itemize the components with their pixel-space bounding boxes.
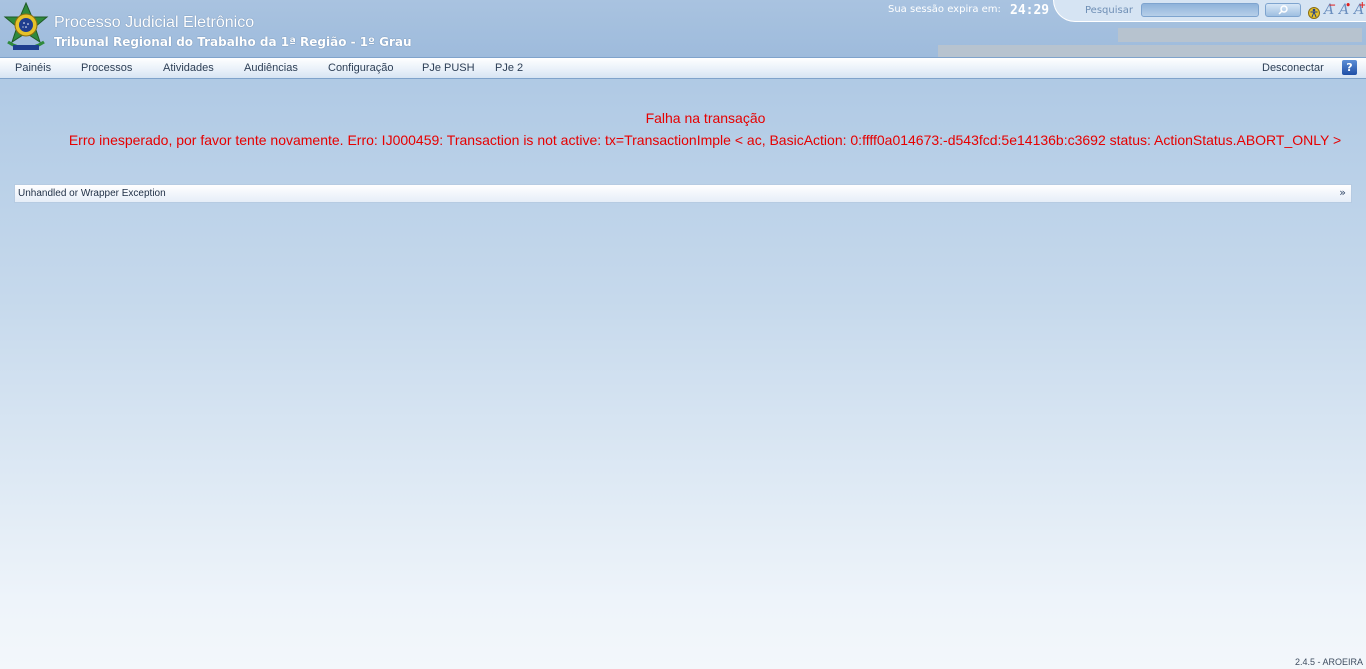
menu-item-paineis[interactable]: Painéis: [15, 62, 51, 74]
error-title: Falha na transação: [645, 110, 766, 126]
tribunal-name: Tribunal Regional do Trabalho da 1ª Regi…: [54, 35, 412, 49]
help-icon[interactable]: ?: [1342, 60, 1357, 75]
search-label: Pesquisar: [1085, 5, 1133, 16]
error-message: Erro inesperado, por favor tente novamen…: [68, 132, 1342, 148]
font-increase-icon[interactable]: A +: [1352, 1, 1366, 19]
accessibility-icon[interactable]: [1307, 5, 1321, 19]
menu-item-atividades[interactable]: Atividades: [163, 62, 214, 74]
menu-item-processos[interactable]: Processos: [81, 62, 132, 74]
exception-panel[interactable]: Unhandled or Wrapper Exception »: [14, 184, 1352, 203]
header-gray-bar: [1118, 28, 1362, 42]
logout-link[interactable]: Desconectar: [1262, 62, 1324, 74]
font-normal-icon[interactable]: A •: [1337, 1, 1351, 19]
version-label: 2.4.5 - AROEIRA: [1294, 657, 1363, 667]
font-tools: A − A • A +: [1307, 1, 1366, 19]
menu-item-pje-2[interactable]: PJe 2: [495, 62, 523, 74]
font-decrease-icon[interactable]: A −: [1322, 1, 1336, 19]
header: Processo Judicial Eletrônico Tribunal Re…: [0, 0, 1366, 57]
menu-item-audiencias[interactable]: Audiências: [244, 62, 298, 74]
header-gray-bar-2: [938, 45, 1366, 57]
search-input[interactable]: [1141, 3, 1259, 17]
search-icon: [1278, 5, 1288, 15]
main-menu: Painéis Processos Atividades Audiências …: [0, 57, 1366, 79]
search-area: Pesquisar A − A • A +: [1053, 0, 1366, 22]
session-label: Sua sessão expira em:: [888, 4, 1001, 15]
exception-panel-label: Unhandled or Wrapper Exception: [18, 188, 166, 199]
system-title: Processo Judicial Eletrônico: [54, 14, 255, 31]
session-timer: 24:29: [1010, 3, 1050, 18]
menu-item-pje-push[interactable]: PJe PUSH: [422, 62, 475, 74]
expand-icon[interactable]: »: [1339, 186, 1346, 199]
brasao-logo: [3, 2, 49, 50]
menu-item-configuracao[interactable]: Configuração: [328, 62, 393, 74]
search-button[interactable]: [1265, 3, 1301, 17]
